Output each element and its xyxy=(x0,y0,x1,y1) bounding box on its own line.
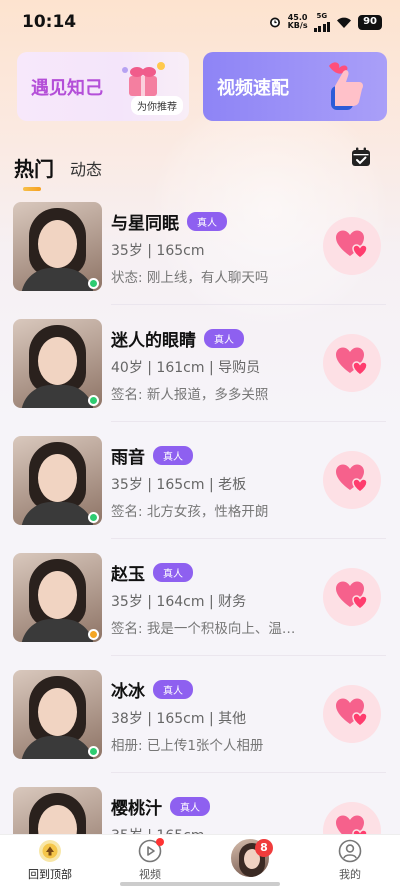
user-info: 40岁 | 161cm | 导购员 xyxy=(111,360,261,376)
user-row[interactable]: 迷人的眼睛 真人 40岁 | 161cm | 导购员 签名: 新人报道，多多关照 xyxy=(0,305,400,422)
video-match-card[interactable]: 视频速配 xyxy=(203,52,387,121)
video-match-title: 视频速配 xyxy=(217,77,289,99)
nav-video[interactable]: 视频 xyxy=(110,838,190,882)
meet-friend-title: 遇见知己 xyxy=(31,77,103,99)
nav-video-label: 视频 xyxy=(139,868,161,881)
verified-badge: 真人 xyxy=(204,329,244,348)
battery-indicator: 90 xyxy=(358,14,382,30)
name-line: 雨音 真人 xyxy=(111,443,193,468)
user-name: 与星同眠 xyxy=(111,214,179,234)
calendar-check-icon[interactable] xyxy=(350,146,372,168)
user-signature: 状态: 刚上线，有人聊天吗 xyxy=(111,270,269,286)
tab-feed[interactable]: 动态 xyxy=(70,156,102,180)
nav-mine[interactable]: 我的 xyxy=(310,839,390,882)
tab-hot-label: 热门 xyxy=(14,157,54,181)
name-line: 与星同眠 真人 xyxy=(111,209,227,234)
user-row[interactable]: 赵玉 真人 35岁 | 164cm | 财务签名: 我是一个积极向上、温… xyxy=(0,539,400,656)
user-profile-icon xyxy=(338,839,362,863)
user-signature: 签名: 我是一个积极向上、温… xyxy=(111,621,296,637)
status-time: 10:14 xyxy=(22,12,77,32)
presence-dot xyxy=(88,629,99,640)
like-button[interactable] xyxy=(323,568,381,626)
presence-dot xyxy=(88,746,99,757)
name-line: 冰冰 真人 xyxy=(111,677,193,702)
like-button[interactable] xyxy=(323,451,381,509)
alarm-icon xyxy=(269,17,280,28)
double-heart-icon xyxy=(335,580,369,614)
user-signature: 签名: 新人报道，多多关照 xyxy=(111,387,269,403)
video-notification-dot xyxy=(156,838,164,846)
user-info: 38岁 | 165cm | 其他 xyxy=(111,711,247,727)
user-row[interactable]: 雨音 真人 35岁 | 165cm | 老板签名: 北方女孩，性格开朗 xyxy=(0,422,400,539)
status-icons: 45.0 KB/s 5G 90 xyxy=(268,11,382,32)
user-avatar[interactable] xyxy=(13,436,102,525)
user-name: 冰冰 xyxy=(111,682,145,702)
name-line: 樱桃汁 真人 xyxy=(111,794,210,819)
presence-dot xyxy=(88,278,99,289)
nav-mine-label: 我的 xyxy=(339,868,361,881)
status-bar: 10:14 45.0 KB/s 5G 90 xyxy=(0,0,400,44)
user-list: 与星同眠 真人 35岁 | 165cm 状态: 刚上线，有人聊天吗 迷人的眼睛 真人 40岁… xyxy=(0,188,400,889)
double-heart-icon xyxy=(335,346,369,380)
user-name: 迷人的眼睛 xyxy=(111,331,196,351)
verified-badge: 真人 xyxy=(153,563,193,582)
nav-home-label: 回到顶部 xyxy=(28,868,72,881)
verified-badge: 真人 xyxy=(153,680,193,699)
nav-home[interactable]: 回到顶部 xyxy=(10,839,90,882)
name-line: 迷人的眼睛 真人 xyxy=(111,326,244,351)
verified-badge: 真人 xyxy=(187,212,227,231)
user-row[interactable]: 冰冰 真人 38岁 | 165cm | 其他相册: 已上传1张个人相册 xyxy=(0,656,400,773)
tab-hot[interactable]: 热门 xyxy=(14,153,54,191)
signal-bars-icon xyxy=(313,20,331,32)
user-signature: 签名: 北方女孩，性格开朗 xyxy=(111,504,269,520)
user-name: 赵玉 xyxy=(111,565,145,585)
meet-friend-card[interactable]: 遇见知己 为你推荐 xyxy=(17,52,189,121)
user-name: 樱桃汁 xyxy=(111,799,162,819)
presence-dot xyxy=(88,395,99,406)
net-speed-unit: KB/s xyxy=(287,21,308,30)
bottom-nav: 回到顶部 视频 我的 xyxy=(0,834,400,889)
like-button[interactable] xyxy=(323,334,381,392)
wifi-icon xyxy=(337,17,352,28)
user-row[interactable]: 与星同眠 真人 35岁 | 165cm 状态: 刚上线，有人聊天吗 xyxy=(0,188,400,305)
user-name: 雨音 xyxy=(111,448,145,468)
user-avatar[interactable] xyxy=(13,319,102,408)
user-info: 35岁 | 165cm xyxy=(111,243,205,259)
like-button[interactable] xyxy=(323,217,381,275)
user-avatar[interactable] xyxy=(13,202,102,291)
like-button[interactable] xyxy=(323,685,381,743)
message-count-badge: 8 xyxy=(255,839,273,857)
banner-cards: 遇见知己 为你推荐 视频速配 xyxy=(17,52,387,122)
double-heart-icon xyxy=(335,697,369,731)
user-info: 35岁 | 165cm | 老板 xyxy=(111,477,247,493)
verified-badge: 真人 xyxy=(170,797,210,816)
net-speed: 45.0 KB/s xyxy=(288,14,308,30)
double-heart-icon xyxy=(335,229,369,263)
presence-dot xyxy=(88,512,99,523)
cell-signal: 5G xyxy=(313,11,331,32)
name-line: 赵玉 真人 xyxy=(111,560,193,585)
verified-badge: 真人 xyxy=(153,446,193,465)
thumbs-up-icon xyxy=(329,62,363,110)
recommend-tag: 为你推荐 xyxy=(131,96,183,115)
double-heart-icon xyxy=(335,463,369,497)
user-avatar[interactable] xyxy=(13,553,102,642)
tab-bar: 热门 动态 xyxy=(14,142,386,191)
home-indicator xyxy=(120,882,280,886)
user-avatar[interactable] xyxy=(13,670,102,759)
user-signature: 相册: 已上传1张个人相册 xyxy=(111,738,264,754)
back-to-top-icon xyxy=(39,840,61,862)
user-info: 35岁 | 164cm | 财务 xyxy=(111,594,247,610)
gift-box-icon xyxy=(122,62,165,96)
network-type: 5G xyxy=(316,11,328,20)
